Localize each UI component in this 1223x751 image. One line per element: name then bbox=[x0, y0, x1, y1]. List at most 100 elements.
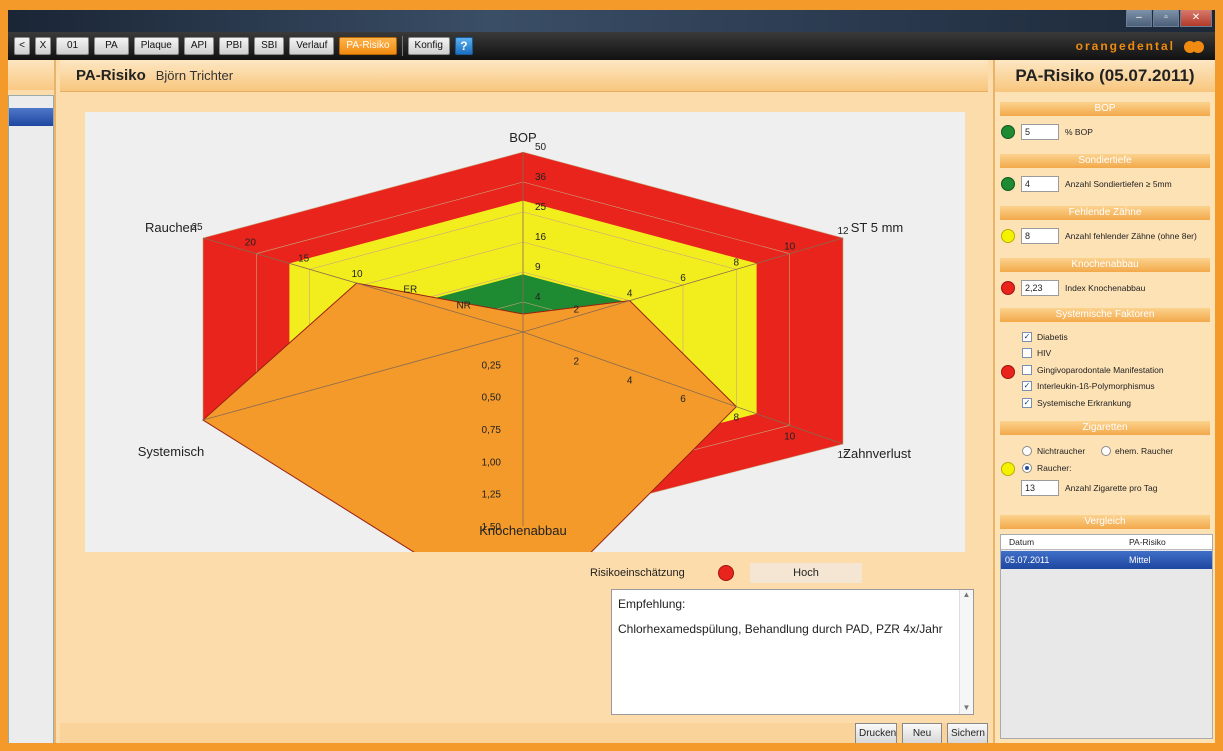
tick-label: 10 bbox=[784, 242, 796, 253]
radar-chart-svg: BOP4916253650ST 5 mm24681012Zahnverlust2… bbox=[138, 130, 911, 552]
sondiertiefe-status-indicator bbox=[1001, 177, 1015, 191]
bop-label: % BOP bbox=[1065, 127, 1093, 137]
maximize-button[interactable]: ▫ bbox=[1153, 10, 1179, 27]
tab-plaque[interactable]: Plaque bbox=[133, 37, 179, 55]
radio-label: Raucher: bbox=[1037, 463, 1072, 473]
sondiertiefe-input[interactable]: 4 bbox=[1021, 176, 1059, 192]
risk-radar-chart: BOP 4 9 16 25 36 50 ST 5 mm 2 4 6 8 10 12 Zahnverlust 2… bbox=[85, 112, 965, 552]
tick-label: 10 bbox=[784, 431, 796, 442]
back-button[interactable]: < bbox=[14, 37, 30, 55]
recommendation-textarea[interactable]: Empfehlung: Chlorhexamedspülung, Behandl… bbox=[611, 589, 974, 715]
patient-name: Björn Trichter bbox=[155, 68, 234, 83]
radio-label: Nichtraucher bbox=[1037, 446, 1086, 456]
checkbox-label: HIV bbox=[1037, 348, 1052, 358]
new-button[interactable]: Neu bbox=[902, 723, 942, 743]
patient-list-panel bbox=[8, 60, 56, 743]
tick-label: 25 bbox=[191, 222, 203, 233]
minimize-button[interactable]: ‒ bbox=[1126, 10, 1152, 27]
tick-label: 1,50 bbox=[482, 522, 502, 533]
brand-logo-icon bbox=[1184, 41, 1204, 53]
tab-api[interactable]: API bbox=[183, 37, 214, 55]
tab-pa-risiko[interactable]: PA-Risiko bbox=[339, 37, 397, 55]
checkbox-gingivoparodontal[interactable] bbox=[1022, 365, 1032, 375]
main-footer bbox=[60, 723, 988, 743]
column-header-pa-risiko[interactable]: PA-Risiko bbox=[1129, 537, 1166, 547]
checkbox-diabetis[interactable]: ✓ bbox=[1022, 332, 1032, 342]
tick-label: 50 bbox=[535, 142, 547, 153]
tick-label: 0,25 bbox=[482, 360, 502, 371]
recommendation-text: Chlorhexamedspülung, Behandlung durch PA… bbox=[618, 622, 943, 636]
tab-verlauf[interactable]: Verlauf bbox=[289, 37, 335, 55]
close-window-button[interactable]: ✕ bbox=[1180, 10, 1212, 27]
comparison-table: Datum PA-Risiko 05.07.2011 Mittel bbox=[1000, 534, 1213, 739]
main-header: PA-Risiko Björn Trichter bbox=[60, 60, 988, 92]
row-risk: Mittel bbox=[1129, 555, 1151, 565]
checkbox-hiv[interactable] bbox=[1022, 348, 1032, 358]
checkbox-label: Diabetis bbox=[1037, 332, 1068, 342]
tab-pa[interactable]: PA bbox=[94, 37, 129, 55]
tick-label: 8 bbox=[734, 257, 740, 268]
tab-01[interactable]: 01 bbox=[56, 37, 90, 55]
risk-assessment-value: Hoch bbox=[750, 563, 862, 583]
help-icon[interactable]: ? bbox=[454, 37, 473, 55]
section-sondiertiefe: Sondiertiefe bbox=[1000, 154, 1210, 168]
selected-patient-row[interactable] bbox=[9, 108, 53, 126]
checkbox-systemische-erkrankung[interactable]: ✓ bbox=[1022, 398, 1032, 408]
recommendation-scrollbar[interactable]: ▲ ▼ bbox=[959, 590, 973, 714]
tick-label: 25 bbox=[535, 202, 547, 213]
zaehne-status-indicator bbox=[1001, 229, 1015, 243]
comparison-table-header: Datum PA-Risiko bbox=[1001, 535, 1212, 550]
bop-input[interactable]: 5 bbox=[1021, 124, 1059, 140]
risk-detail-panel: PA-Risiko (05.07.2011) BOP 5 % BOP Sondi… bbox=[993, 60, 1215, 743]
tick-label: 2 bbox=[574, 357, 580, 368]
zigaretten-status-indicator bbox=[1001, 462, 1015, 476]
konfig-button[interactable]: Konfig bbox=[407, 37, 450, 55]
tick-label: 15 bbox=[298, 253, 310, 264]
toolbar: < X 01 PA Plaque API PBI SBI Verlauf PA-… bbox=[8, 32, 1215, 60]
zaehne-input[interactable]: 8 bbox=[1021, 228, 1059, 244]
brand-logo-text: orangedental bbox=[1075, 39, 1175, 53]
title-bar: ‒ ▫ ✕ bbox=[8, 10, 1215, 32]
knochen-status-indicator bbox=[1001, 281, 1015, 295]
tick-label: 4 bbox=[535, 292, 541, 303]
main-content: PA-Risiko Björn Trichter BOP 4 9 16 25 36 50 ST… bbox=[60, 60, 988, 743]
zigaretten-input[interactable]: 13 bbox=[1021, 480, 1059, 496]
knochen-input[interactable]: 2,23 bbox=[1021, 280, 1059, 296]
tick-label: 8 bbox=[734, 413, 740, 424]
tick-label: 0,50 bbox=[482, 393, 502, 404]
section-fehlende-zaehne: Fehlende Zähne bbox=[1000, 206, 1210, 220]
tick-label: 2 bbox=[574, 304, 580, 315]
tick-label: 6 bbox=[680, 394, 686, 405]
tick-label: 0,75 bbox=[482, 425, 502, 436]
tick-label: 20 bbox=[245, 238, 257, 249]
save-button[interactable]: Sichern bbox=[947, 723, 988, 743]
tick-label: 36 bbox=[535, 172, 547, 183]
table-row[interactable]: 05.07.2011 Mittel bbox=[1001, 551, 1212, 569]
column-header-datum[interactable]: Datum bbox=[1009, 537, 1034, 547]
tick-label: 1,00 bbox=[482, 457, 502, 468]
zigaretten-label: Anzahl Zigarette pro Tag bbox=[1065, 483, 1158, 493]
radio-ehem-raucher[interactable] bbox=[1101, 446, 1111, 456]
sondiertiefe-label: Anzahl Sondiertiefen ≥ 5mm bbox=[1065, 179, 1172, 189]
tick-label: 10 bbox=[351, 269, 363, 280]
recommendation-title: Empfehlung: bbox=[618, 597, 686, 611]
tick-label: NR bbox=[456, 300, 470, 311]
tab-sbi[interactable]: SBI bbox=[254, 37, 285, 55]
close-patient-button[interactable]: X bbox=[35, 37, 51, 55]
scroll-up-icon[interactable]: ▲ bbox=[960, 590, 973, 599]
app-window: ‒ ▫ ✕ < X 01 PA Plaque API PBI SBI Verla… bbox=[8, 10, 1215, 743]
axis-label: Rauchen bbox=[145, 220, 197, 235]
section-bop: BOP bbox=[1000, 102, 1210, 116]
tick-label: 12 bbox=[837, 450, 849, 461]
radio-raucher[interactable] bbox=[1022, 463, 1032, 473]
tab-pbi[interactable]: PBI bbox=[219, 37, 250, 55]
radio-label: ehem. Raucher bbox=[1115, 446, 1174, 456]
tick-label: 9 bbox=[535, 262, 541, 273]
bop-status-indicator bbox=[1001, 125, 1015, 139]
patient-list[interactable] bbox=[8, 95, 54, 743]
knochen-label: Index Knochenabbau bbox=[1065, 283, 1146, 293]
scroll-down-icon[interactable]: ▼ bbox=[960, 703, 973, 712]
print-button[interactable]: Drucken bbox=[855, 723, 897, 743]
radio-nichtraucher[interactable] bbox=[1022, 446, 1032, 456]
checkbox-interleukin[interactable]: ✓ bbox=[1022, 381, 1032, 391]
